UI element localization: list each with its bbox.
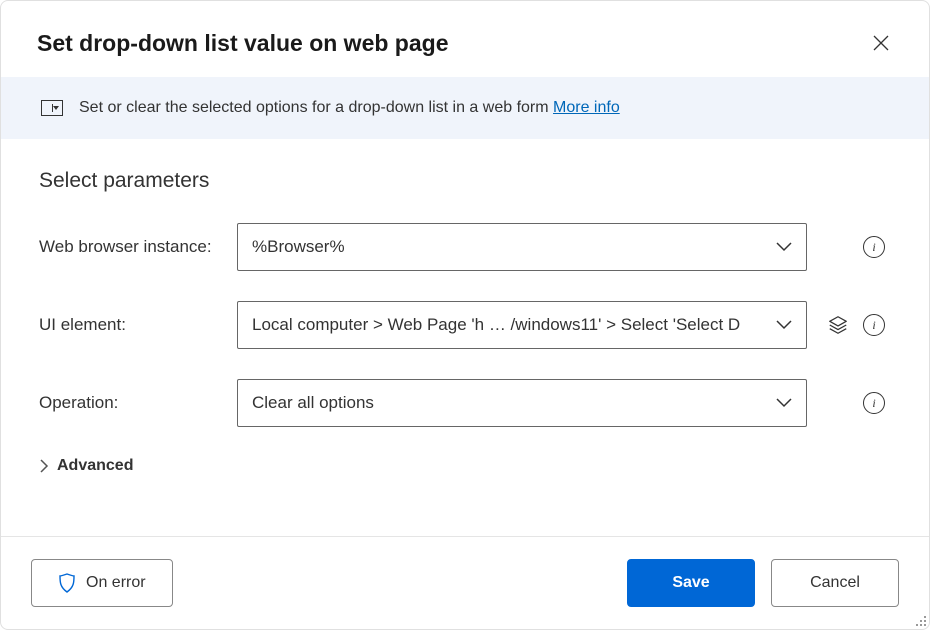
element-row-icons: i bbox=[827, 314, 885, 336]
element-select-value: Local computer > Web Page 'h … /windows1… bbox=[252, 315, 740, 335]
cancel-button[interactable]: Cancel bbox=[771, 559, 899, 607]
info-icon[interactable]: i bbox=[863, 314, 885, 336]
section-title: Select parameters bbox=[39, 169, 891, 193]
param-row-element: UI element: Local computer > Web Page 'h… bbox=[39, 301, 891, 349]
close-icon bbox=[873, 35, 889, 51]
chevron-down-icon bbox=[776, 320, 792, 330]
dropdown-box-icon bbox=[41, 100, 63, 116]
param-label-operation: Operation: bbox=[39, 393, 237, 413]
more-info-link[interactable]: More info bbox=[553, 99, 620, 116]
chevron-down-icon bbox=[776, 398, 792, 408]
dialog-window: Set drop-down list value on web page Set… bbox=[0, 0, 930, 630]
chevron-right-icon bbox=[39, 459, 49, 473]
banner-text-wrap: Set or clear the selected options for a … bbox=[79, 99, 620, 117]
info-icon[interactable]: i bbox=[863, 236, 885, 258]
param-label-browser: Web browser instance: bbox=[39, 237, 237, 257]
banner-text: Set or clear the selected options for a … bbox=[79, 99, 553, 116]
advanced-toggle[interactable]: Advanced bbox=[39, 457, 891, 475]
content-area: Select parameters Web browser instance: … bbox=[1, 139, 929, 536]
cancel-label: Cancel bbox=[810, 574, 860, 592]
param-row-browser: Web browser instance: %Browser% i bbox=[39, 223, 891, 271]
info-banner: Set or clear the selected options for a … bbox=[1, 77, 929, 139]
footer-right: Save Cancel bbox=[627, 559, 899, 607]
on-error-button[interactable]: On error bbox=[31, 559, 173, 607]
advanced-label: Advanced bbox=[57, 457, 133, 475]
info-icon[interactable]: i bbox=[863, 392, 885, 414]
dialog-title: Set drop-down list value on web page bbox=[37, 30, 448, 57]
save-button[interactable]: Save bbox=[627, 559, 755, 607]
browser-select[interactable]: %Browser% bbox=[237, 223, 807, 271]
layers-icon[interactable] bbox=[827, 314, 849, 336]
param-row-operation: Operation: Clear all options i bbox=[39, 379, 891, 427]
browser-select-value: %Browser% bbox=[252, 237, 345, 257]
shield-icon bbox=[58, 573, 76, 593]
dialog-footer: On error Save Cancel bbox=[1, 536, 929, 629]
param-label-element: UI element: bbox=[39, 315, 237, 335]
chevron-down-icon bbox=[776, 242, 792, 252]
resize-grip[interactable] bbox=[914, 614, 926, 626]
close-button[interactable] bbox=[865, 27, 897, 59]
dialog-header: Set drop-down list value on web page bbox=[1, 1, 929, 77]
operation-row-icons: i bbox=[827, 392, 885, 414]
save-label: Save bbox=[672, 574, 709, 592]
browser-row-icons: i bbox=[827, 236, 885, 258]
on-error-label: On error bbox=[86, 574, 146, 592]
operation-select[interactable]: Clear all options bbox=[237, 379, 807, 427]
operation-select-value: Clear all options bbox=[252, 393, 374, 413]
element-select[interactable]: Local computer > Web Page 'h … /windows1… bbox=[237, 301, 807, 349]
